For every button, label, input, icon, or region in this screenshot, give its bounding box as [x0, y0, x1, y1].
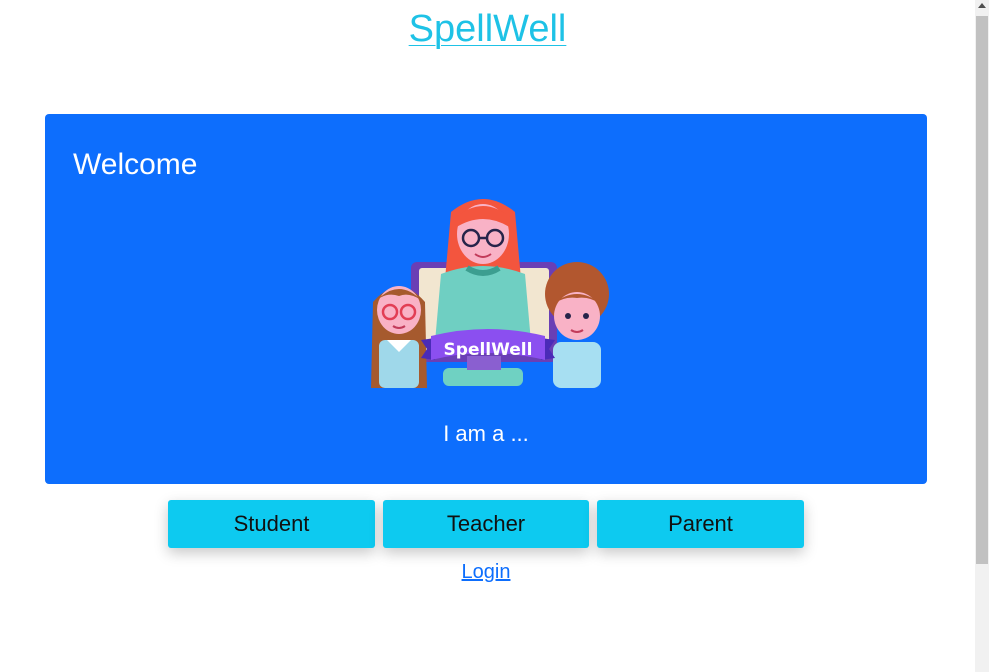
girl-figure — [371, 286, 427, 388]
login-row: Login — [0, 561, 972, 584]
brand-link[interactable]: SpellWell — [409, 8, 567, 50]
brand-header: SpellWell — [0, 8, 975, 51]
welcome-card: Welcome SpellWell I am a ... — [45, 114, 927, 484]
parent-button[interactable]: Parent — [597, 500, 804, 548]
role-selector: Student Teacher Parent — [168, 500, 804, 548]
scrollbar-thumb[interactable] — [976, 16, 988, 564]
vertical-scrollbar[interactable] — [975, 0, 989, 672]
role-prompt: I am a ... — [443, 421, 529, 446]
teacher-students-illustration: SpellWell — [371, 199, 609, 388]
teacher-button[interactable]: Teacher — [383, 500, 589, 548]
page: SpellWell Welcome SpellWell I am a ... S… — [0, 0, 989, 672]
banner-text: SpellWell — [444, 340, 533, 360]
scroll-up-arrow-icon[interactable] — [978, 3, 986, 8]
student-button[interactable]: Student — [168, 500, 375, 548]
welcome-title: Welcome — [73, 148, 198, 181]
login-link[interactable]: Login — [462, 561, 511, 583]
teacher-figure — [435, 199, 531, 342]
